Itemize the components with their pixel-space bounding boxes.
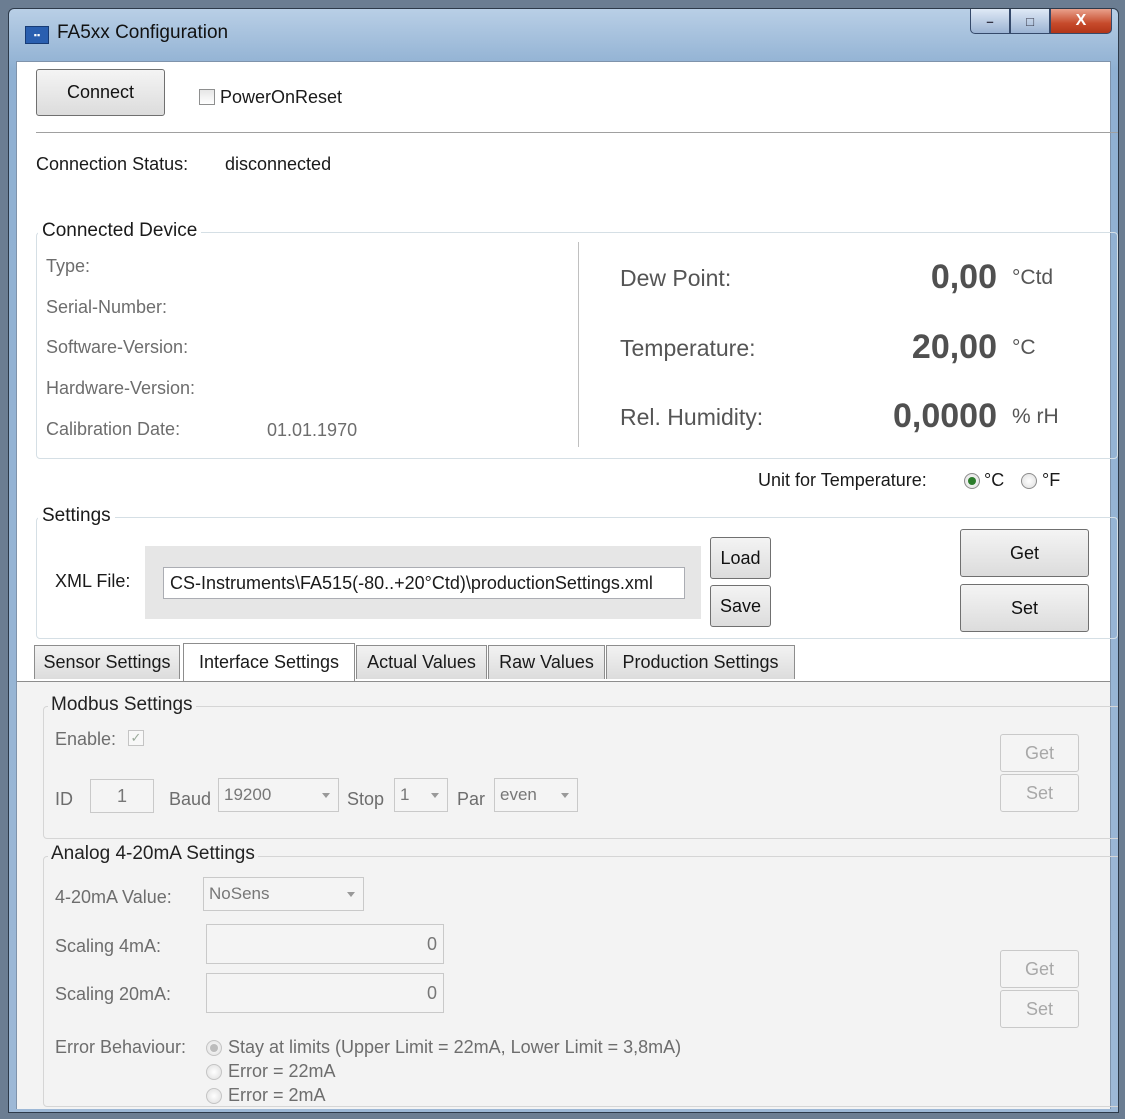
error-stay-limits-label: Stay at limits (Upper Limit = 22mA, Lowe… <box>228 1037 682 1057</box>
tab-actual-values[interactable]: Actual Values <box>356 645 487 679</box>
fahrenheit-radio[interactable] <box>1021 473 1037 489</box>
temperature-value: 20,00 <box>911 328 997 366</box>
power-on-reset-label: PowerOnReset <box>220 87 343 107</box>
minimize-icon: – <box>986 13 994 29</box>
modbus-stop-value: 1 <box>400 785 410 804</box>
xml-file-input[interactable]: CS-Instruments\FA515(-80..+20°Ctd)\produ… <box>163 567 685 599</box>
settings-set-button[interactable]: Set <box>960 584 1089 632</box>
modbus-baud-select[interactable]: 19200 <box>218 778 339 812</box>
title-bar[interactable]: ▪▪ FA5xx Configuration – □ X <box>9 9 1118 59</box>
analog-get-button[interactable]: Get <box>1000 950 1079 988</box>
top-separator <box>36 132 1118 133</box>
modbus-enable-label: Enable: <box>55 729 117 749</box>
dew-point-label: Dew Point: <box>620 265 732 291</box>
settings-get-button[interactable]: Get <box>960 529 1089 577</box>
load-button[interactable]: Load <box>710 537 771 579</box>
humidity-value: 0,0000 <box>893 397 997 435</box>
close-button[interactable]: X <box>1050 9 1112 34</box>
humidity-label: Rel. Humidity: <box>620 404 764 430</box>
modbus-set-button[interactable]: Set <box>1000 774 1079 812</box>
modbus-stop-select[interactable]: 1 <box>394 778 448 812</box>
connect-button[interactable]: Connect <box>36 69 165 116</box>
modbus-enable-checkbox[interactable]: ✓ <box>128 730 144 746</box>
dew-point-value: 0,00 <box>930 258 997 296</box>
analog-value-select[interactable]: NoSens <box>203 877 364 911</box>
modbus-get-button[interactable]: Get <box>1000 734 1079 772</box>
chevron-down-icon <box>561 793 569 798</box>
analog-value-label: 4-20mA Value: <box>55 887 172 907</box>
connected-device-group-label: Connected Device <box>38 220 202 242</box>
modbus-par-value: even <box>500 785 537 804</box>
analog-value-selected: NoSens <box>209 884 270 903</box>
software-version-label: Software-Version: <box>46 337 189 357</box>
celsius-label: °C <box>984 470 1005 490</box>
error-22ma-radio[interactable] <box>206 1064 222 1080</box>
maximize-icon: □ <box>1026 13 1034 29</box>
connection-status-value: disconnected <box>225 154 332 174</box>
modbus-id-label: ID <box>55 789 73 809</box>
scaling-4ma-label: Scaling 4mA: <box>55 936 162 956</box>
humidity-unit: % rH <box>1012 405 1059 428</box>
temperature-label: Temperature: <box>620 335 756 361</box>
settings-group-label: Settings <box>38 505 115 527</box>
celsius-radio[interactable] <box>964 473 980 489</box>
modbus-stop-label: Stop <box>347 789 385 809</box>
analog-settings-label: Analog 4-20mA Settings <box>48 843 258 865</box>
hardware-version-label: Hardware-Version: <box>46 378 196 398</box>
temperature-unit: °C <box>1012 336 1036 359</box>
scaling-20ma-label: Scaling 20mA: <box>55 984 172 1004</box>
error-2ma-label: Error = 2mA <box>228 1085 326 1105</box>
app-window: ▪▪ FA5xx Configuration – □ X Connect Pow… <box>8 8 1119 1113</box>
maximize-button[interactable]: □ <box>1010 9 1050 34</box>
modbus-par-select[interactable]: even <box>494 778 578 812</box>
connection-status-label: Connection Status: <box>36 154 189 174</box>
analog-set-button[interactable]: Set <box>1000 990 1079 1028</box>
modbus-baud-label: Baud <box>169 789 212 809</box>
chevron-down-icon <box>431 793 439 798</box>
modbus-id-input[interactable]: 1 <box>90 779 154 813</box>
interface-settings-panel: Modbus Settings Enable: ✓ ID 1 Baud 1920… <box>17 681 1118 1109</box>
type-label: Type: <box>46 256 91 276</box>
error-behaviour-label: Error Behaviour: <box>55 1037 187 1057</box>
power-on-reset-checkbox[interactable] <box>199 89 215 105</box>
minimize-button[interactable]: – <box>970 9 1010 34</box>
chevron-down-icon <box>347 892 355 897</box>
close-icon: X <box>1075 12 1087 29</box>
app-icon: ▪▪ <box>25 26 49 44</box>
serial-number-label: Serial-Number: <box>46 297 168 317</box>
modbus-baud-value: 19200 <box>224 785 272 804</box>
modbus-settings-label: Modbus Settings <box>48 694 196 716</box>
device-divider <box>578 242 579 447</box>
tab-production-settings[interactable]: Production Settings <box>606 645 795 679</box>
calibration-date-value: 01.01.1970 <box>267 420 358 440</box>
tab-sensor-settings[interactable]: Sensor Settings <box>34 645 180 679</box>
modbus-settings-group <box>43 706 1118 839</box>
error-2ma-radio[interactable] <box>206 1088 222 1104</box>
error-22ma-label: Error = 22mA <box>228 1061 336 1081</box>
xml-file-label: XML File: <box>55 571 131 591</box>
modbus-par-label: Par <box>457 789 486 809</box>
save-button[interactable]: Save <box>710 585 771 627</box>
chevron-down-icon <box>322 793 330 798</box>
client-area: Connect PowerOnReset Connection Status: … <box>16 61 1118 1109</box>
fahrenheit-label: °F <box>1042 470 1061 490</box>
unit-temperature-label: Unit for Temperature: <box>758 470 927 490</box>
tab-raw-values[interactable]: Raw Values <box>488 645 605 679</box>
scaling-4ma-input[interactable]: 0 <box>206 924 444 964</box>
tab-interface-settings[interactable]: Interface Settings <box>183 643 355 681</box>
calibration-date-label: Calibration Date: <box>46 419 181 439</box>
error-stay-limits-radio[interactable] <box>206 1040 222 1056</box>
window-controls: – □ X <box>970 9 1112 35</box>
scaling-20ma-input[interactable]: 0 <box>206 973 444 1013</box>
dew-point-unit: °Ctd <box>1012 266 1054 289</box>
window-title: FA5xx Configuration <box>57 22 229 43</box>
